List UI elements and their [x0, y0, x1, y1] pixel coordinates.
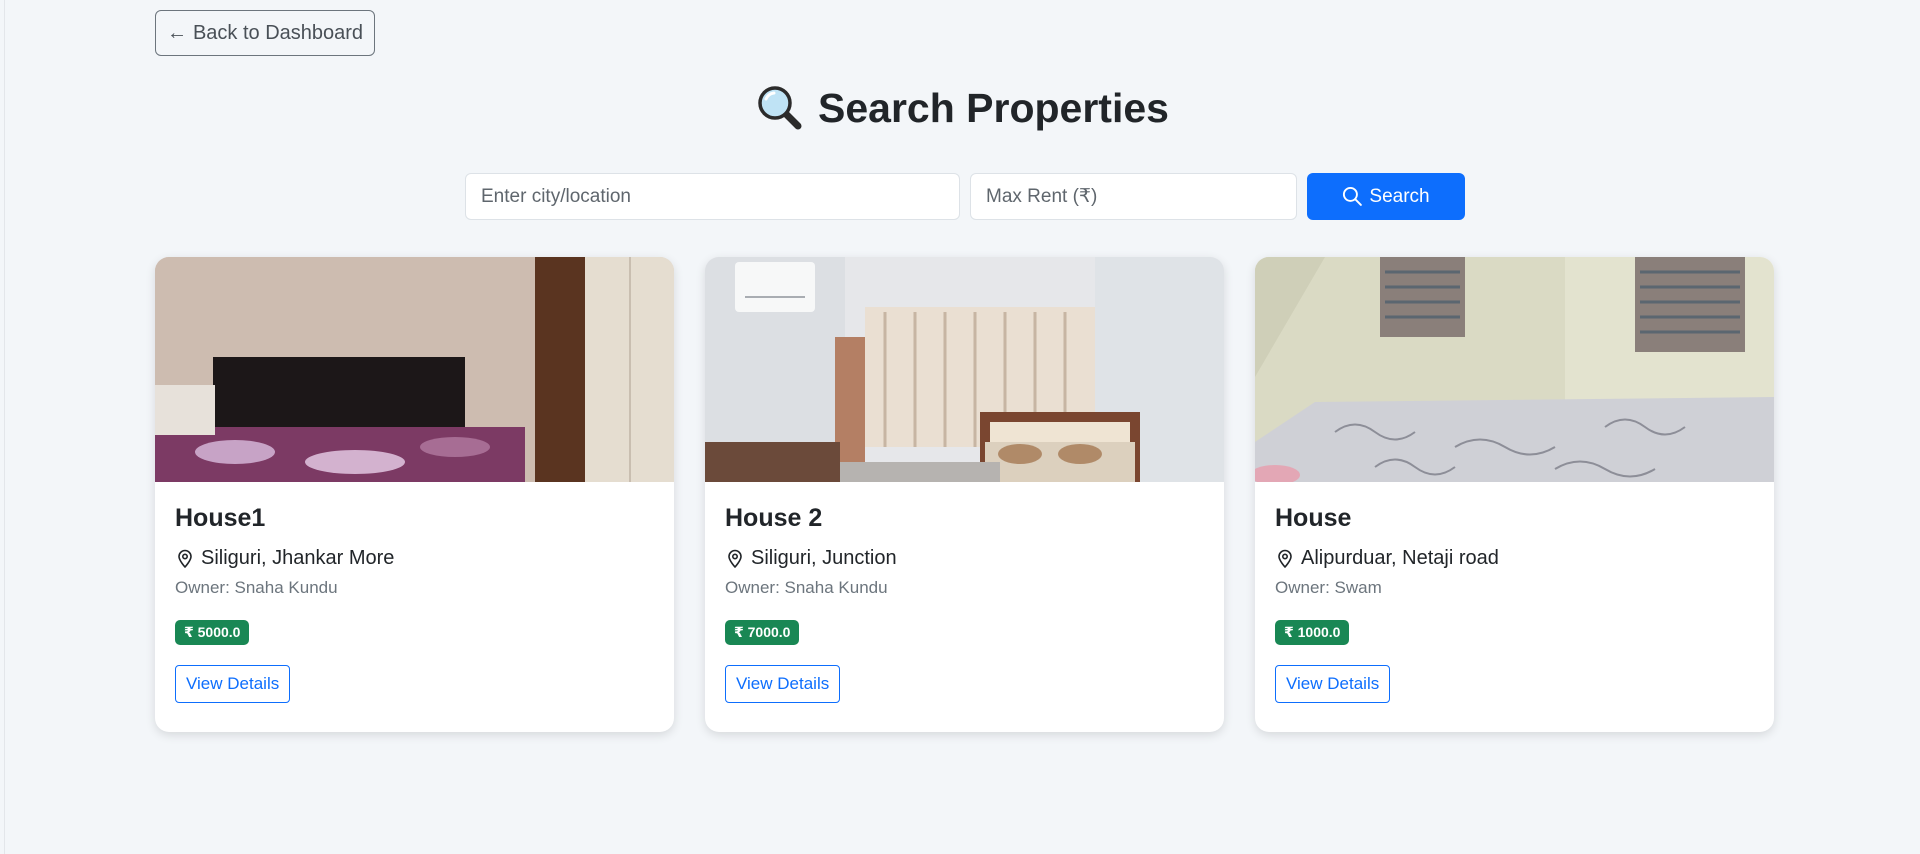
magnifying-glass-icon [758, 86, 802, 130]
property-card: House Alipurduar, Netaji road Owner: Swa… [1255, 257, 1774, 732]
price-badge: ₹ 7000.0 [725, 620, 800, 645]
property-location-text: Siliguri, Jhankar More [201, 547, 395, 569]
view-details-button[interactable]: View Details [725, 665, 841, 703]
property-photo [1255, 257, 1774, 482]
map-pin-icon [728, 549, 742, 568]
property-title: House [1275, 504, 1352, 532]
map-pin-icon [1278, 549, 1292, 568]
property-location: Siliguri, Jhankar More [175, 547, 654, 570]
view-details-button[interactable]: View Details [1275, 665, 1391, 703]
view-details-button[interactable]: View Details [175, 665, 291, 703]
property-owner: Owner: Snaha Kundu [725, 578, 888, 597]
map-pin-icon [178, 549, 192, 568]
arrow-left-icon: ← [166, 22, 187, 44]
property-owner: Owner: Snaha Kundu [175, 578, 338, 597]
back-button-label: Back to Dashboard [192, 21, 364, 44]
property-list: House1 Siliguri, Jhankar More Owner: Sna… [155, 257, 1774, 732]
price-badge: ₹ 1000.0 [1275, 620, 1350, 645]
search-bar: Search [465, 173, 1465, 220]
property-title: House1 [175, 504, 266, 532]
price-badge: ₹ 5000.0 [175, 620, 250, 645]
page-title: Search Properties [5, 84, 1920, 132]
search-button-label: Search [1369, 185, 1430, 207]
page-title-text: Search Properties [818, 84, 1169, 131]
property-owner: Owner: Swam [1275, 578, 1382, 597]
property-photo [705, 257, 1224, 482]
search-button[interactable]: Search [1307, 173, 1465, 220]
location-input[interactable] [465, 173, 960, 220]
property-card: House 2 Siliguri, Junction Owner: Snaha … [705, 257, 1224, 732]
property-location-text: Alipurduar, Netaji road [1301, 547, 1499, 569]
page: ← Back to Dashboard Search Properties Se… [4, 0, 1920, 854]
max-rent-input[interactable] [970, 173, 1297, 220]
property-photo [155, 257, 674, 482]
property-title: House 2 [725, 504, 823, 532]
property-location: Siliguri, Junction [725, 547, 1204, 570]
property-card: House1 Siliguri, Jhankar More Owner: Sna… [155, 257, 674, 732]
back-to-dashboard-button[interactable]: ← Back to Dashboard [155, 10, 375, 56]
search-icon [1343, 186, 1363, 206]
property-location-text: Siliguri, Junction [751, 547, 897, 569]
property-location: Alipurduar, Netaji road [1275, 547, 1754, 570]
